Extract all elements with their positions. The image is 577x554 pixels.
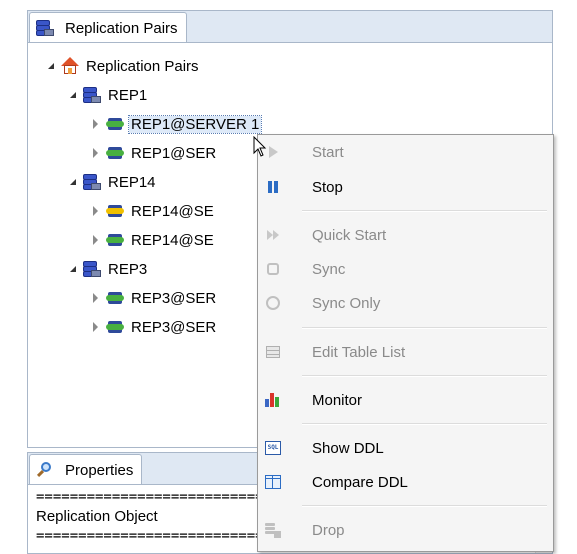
drop-icon <box>264 521 282 539</box>
server-pair-icon <box>106 144 124 162</box>
tree-item-rep14-server1[interactable]: REP14@SE <box>90 200 216 222</box>
server-pair-icon <box>106 289 124 307</box>
server-pair-icon <box>106 115 124 133</box>
tree-item-rep3-server2[interactable]: REP3@SER <box>90 316 218 338</box>
tree-item-label: REP1@SER <box>131 144 217 162</box>
tree-item-label: REP3@SER <box>131 318 217 336</box>
tree-item-rep3-server1[interactable]: REP3@SER <box>90 287 218 309</box>
magnifier-icon <box>36 461 54 479</box>
menu-separator <box>302 423 547 425</box>
menu-item-drop[interactable]: Drop <box>258 515 553 545</box>
tree-item-label: REP1@SERVER 1 <box>127 114 263 134</box>
menu-separator <box>302 505 547 507</box>
tree-group-rep3[interactable]: REP3 <box>68 258 149 280</box>
fast-forward-icon <box>264 226 282 244</box>
menu-separator <box>302 375 547 377</box>
menu-item-label: Compare DDL <box>312 473 408 491</box>
bar-chart-icon <box>264 391 282 409</box>
menu-item-show-ddl[interactable]: SQL Show DDL <box>258 433 553 463</box>
menu-item-compare-ddl[interactable]: Compare DDL <box>258 467 553 497</box>
expand-arrow-icon[interactable] <box>48 63 54 69</box>
menu-item-label: Drop <box>312 521 345 539</box>
expand-arrow-icon[interactable] <box>70 92 76 98</box>
tab-replication-pairs[interactable]: Replication Pairs <box>29 12 187 43</box>
tree-item-rep14-server2[interactable]: REP14@SE <box>90 229 216 251</box>
collapse-arrow-icon[interactable] <box>93 235 98 245</box>
menu-separator <box>302 210 547 212</box>
tab-label: Properties <box>65 461 134 479</box>
database-icon <box>83 260 101 278</box>
menu-item-start[interactable]: Start <box>258 137 553 167</box>
tree-group-rep14[interactable]: REP14 <box>68 171 158 193</box>
collapse-arrow-icon[interactable] <box>93 119 98 129</box>
tree-group-rep1[interactable]: REP1 <box>68 84 149 106</box>
menu-item-label: Stop <box>312 178 343 196</box>
menu-item-label: Monitor <box>312 391 363 409</box>
menu-item-sync-only[interactable]: Sync Only <box>258 288 553 318</box>
menu-item-monitor[interactable]: Monitor <box>258 385 553 415</box>
expand-arrow-icon[interactable] <box>70 179 76 185</box>
tree-item-label: REP14@SE <box>131 231 214 249</box>
edit-table-icon <box>264 343 282 361</box>
replication-pairs-tabstrip: Replication Pairs <box>27 10 553 43</box>
expand-arrow-icon[interactable] <box>70 266 76 272</box>
collapse-arrow-icon[interactable] <box>93 148 98 158</box>
database-icon <box>36 19 54 37</box>
database-icon <box>83 173 101 191</box>
sql-icon: SQL <box>264 439 282 457</box>
tree-root[interactable]: Replication Pairs <box>46 55 201 77</box>
pause-icon <box>264 178 282 196</box>
tree-group-label: REP3 <box>108 260 148 278</box>
tab-properties[interactable]: Properties <box>29 454 143 485</box>
tree-root-label: Replication Pairs <box>86 57 199 75</box>
server-pair-warning-icon <box>106 202 124 220</box>
menu-item-label: Sync <box>312 260 346 278</box>
menu-item-label: Show DDL <box>312 439 384 457</box>
tree-item-rep1-server1[interactable]: REP1@SERVER 1 <box>90 113 263 135</box>
menu-item-label: Quick Start <box>312 226 387 244</box>
sync-only-icon <box>264 294 282 312</box>
database-icon <box>83 86 101 104</box>
server-pair-icon <box>106 231 124 249</box>
menu-item-stop[interactable]: Stop <box>258 172 553 202</box>
tree-item-rep1-server2[interactable]: REP1@SER <box>90 142 218 164</box>
collapse-arrow-icon[interactable] <box>93 322 98 332</box>
tree-item-label: REP3@SER <box>131 289 217 307</box>
menu-item-quick-start[interactable]: Quick Start <box>258 220 553 250</box>
menu-item-label: Start <box>312 143 344 161</box>
tree-item-label: REP14@SE <box>131 202 214 220</box>
menu-item-label: Sync Only <box>312 294 381 312</box>
tree-group-label: REP1 <box>108 86 148 104</box>
home-icon <box>61 57 79 75</box>
context-menu: Start Stop Quick Start Sync Sync Only Ed… <box>257 134 554 552</box>
sync-icon <box>264 260 282 278</box>
collapse-arrow-icon[interactable] <box>93 293 98 303</box>
collapse-arrow-icon[interactable] <box>93 206 98 216</box>
compare-icon <box>264 473 282 491</box>
menu-item-edit-table-list[interactable]: Edit Table List <box>258 337 553 367</box>
menu-item-sync[interactable]: Sync <box>258 254 553 284</box>
menu-item-label: Edit Table List <box>312 343 406 361</box>
tab-label: Replication Pairs <box>65 19 178 37</box>
mouse-cursor-icon <box>253 136 267 157</box>
tree-group-label: REP14 <box>108 173 156 191</box>
server-pair-icon <box>106 318 124 336</box>
menu-separator <box>302 327 547 329</box>
